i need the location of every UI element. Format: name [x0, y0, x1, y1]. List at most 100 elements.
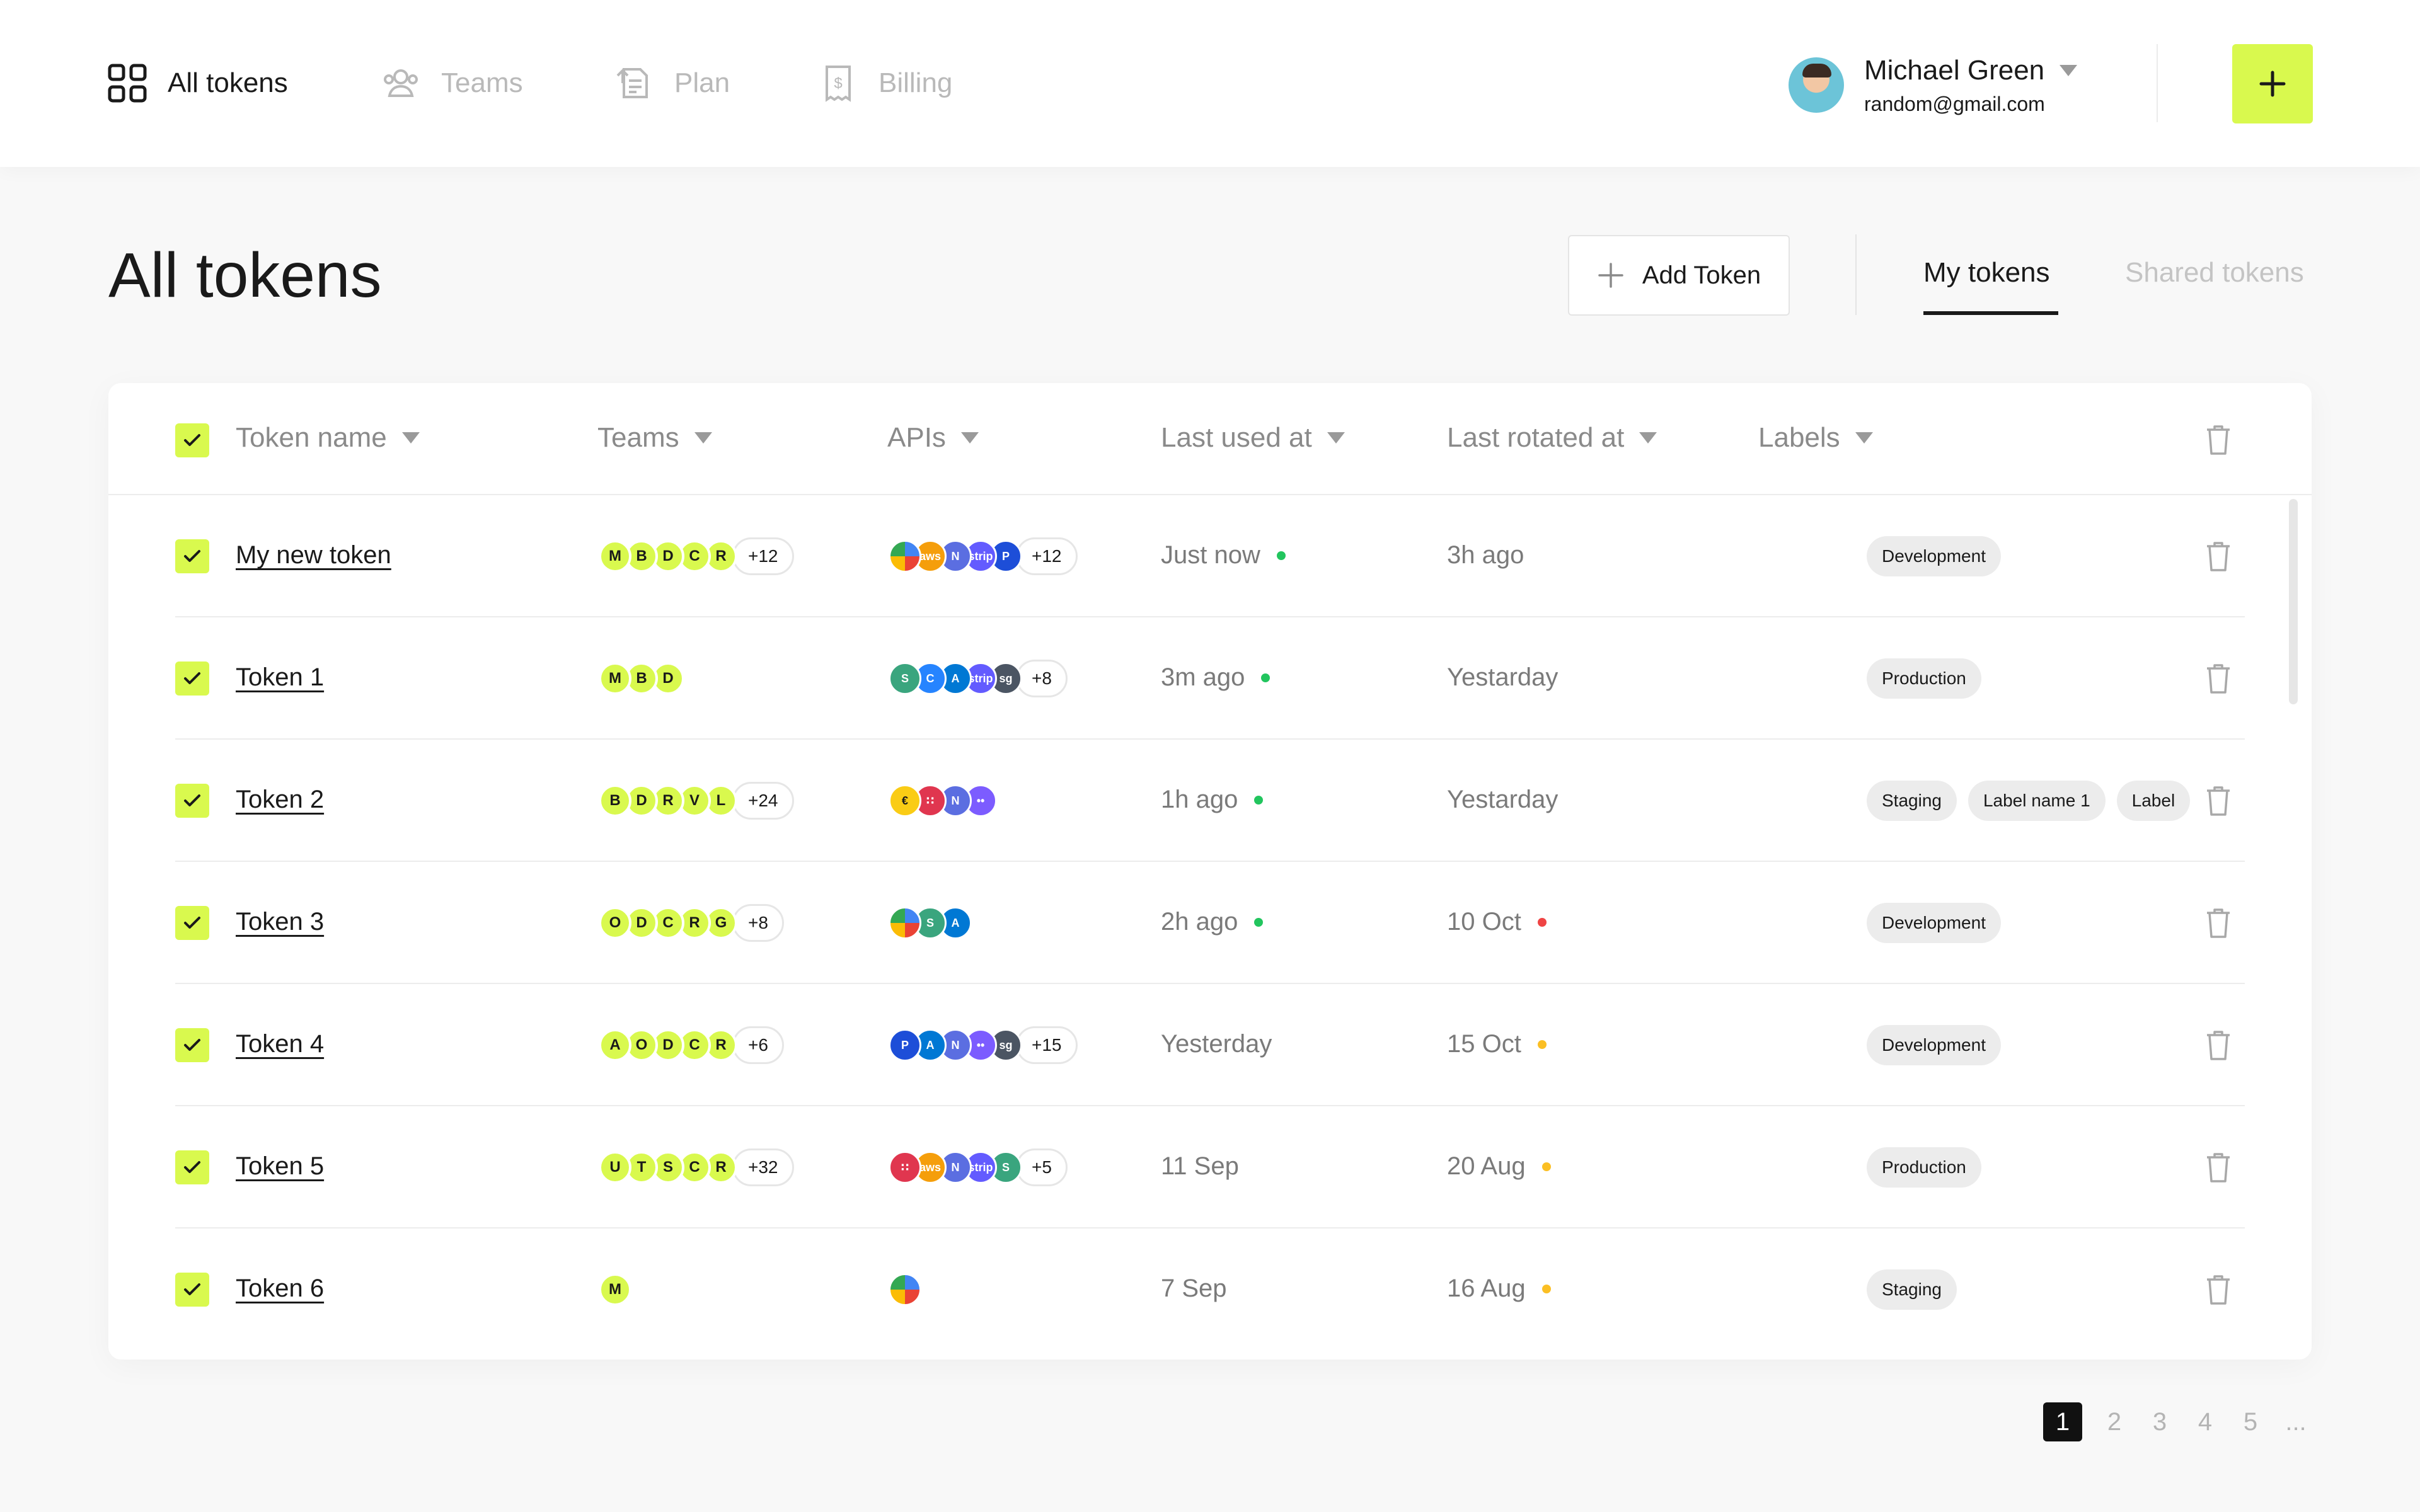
last-rotated-value: 20 Aug: [1447, 1152, 1526, 1180]
row-checkbox[interactable]: [175, 784, 209, 818]
page-number[interactable]: 1: [2043, 1402, 2082, 1441]
check-icon: [184, 550, 200, 562]
label-chip[interactable]: Staging: [1867, 1269, 1957, 1310]
check-icon: [184, 434, 200, 446]
more-apis-badge[interactable]: +8: [1016, 660, 1068, 697]
last-rotated-cell: 3h ago: [1447, 541, 1524, 570]
token-name-link[interactable]: Token 2: [236, 786, 324, 814]
trash-icon[interactable]: [2204, 1273, 2232, 1306]
create-button[interactable]: [2232, 44, 2313, 123]
row-checkbox[interactable]: [175, 662, 209, 696]
team-badge: U: [599, 1151, 631, 1184]
table-row[interactable]: Token 6 M 7 Sep 16 Aug Staging: [108, 1228, 2312, 1351]
label-chip[interactable]: Production: [1867, 1147, 1981, 1188]
more-teams-badge[interactable]: +32: [732, 1148, 794, 1186]
more-apis-badge[interactable]: +5: [1016, 1148, 1068, 1186]
column-header-apis[interactable]: APIs: [887, 422, 979, 454]
sort-icon: [960, 432, 979, 444]
labels-cell: Development: [1867, 903, 2001, 943]
api-logos: ∷ aws Nstrip S +5: [889, 1148, 1068, 1186]
label-chip[interactable]: Label name 1: [1968, 781, 2106, 821]
token-name-link[interactable]: Token 1: [236, 663, 324, 692]
team-badges: A O D C R +6: [599, 1026, 784, 1064]
more-apis-badge[interactable]: +12: [1016, 537, 1078, 575]
column-header-last-rotated[interactable]: Last rotated at: [1447, 422, 1657, 454]
nav-item-all-tokens[interactable]: All tokens: [107, 58, 288, 108]
more-teams-badge[interactable]: +24: [732, 782, 794, 820]
label-chip[interactable]: Staging: [1867, 781, 1957, 821]
team-badge: A: [599, 1029, 631, 1062]
nav-item-teams[interactable]: Teams: [381, 58, 523, 108]
select-all-checkbox[interactable]: [175, 423, 209, 457]
page-number[interactable]: 3: [2146, 1408, 2173, 1436]
table-row[interactable]: Token 2 B D R V L +24 € ∷ N •• 1h ago Yestarday Stagi…: [108, 740, 2312, 862]
token-name-link[interactable]: Token 6: [236, 1274, 324, 1303]
trash-icon[interactable]: [2204, 423, 2232, 456]
label-chip[interactable]: Production: [1867, 658, 1981, 699]
table-row[interactable]: Token 4 A O D C R +6 P A N •• sg +15 Yesterday 15 Oct D…: [108, 984, 2312, 1106]
top-navigation-bar: All tokens Teams Plan $ Billing Michael …: [0, 0, 2420, 167]
last-used-value: 2h ago: [1161, 908, 1238, 936]
tab-shared-tokens[interactable]: Shared tokens: [2125, 257, 2304, 289]
trash-icon[interactable]: [2204, 662, 2232, 695]
status-dot: [1254, 917, 1264, 927]
users-icon: [384, 69, 418, 97]
team-badges: M B D C R +12: [599, 537, 794, 575]
row-checkbox[interactable]: [175, 539, 209, 573]
token-name-link[interactable]: Token 5: [236, 1152, 324, 1181]
add-token-button[interactable]: Add Token: [1568, 235, 1790, 316]
scrollbar[interactable]: [2289, 499, 2298, 704]
trash-icon[interactable]: [2204, 784, 2232, 817]
team-badges: B D R V L +24: [599, 782, 794, 820]
page-number[interactable]: 5: [2237, 1408, 2264, 1436]
token-name-link[interactable]: Token 3: [236, 908, 324, 936]
last-used-cell: 1h ago: [1161, 786, 1264, 814]
column-header-teams[interactable]: Teams: [597, 422, 712, 454]
more-apis-badge[interactable]: +15: [1016, 1026, 1078, 1064]
row-checkbox[interactable]: [175, 906, 209, 940]
gcloud-icon: [889, 907, 921, 939]
user-menu[interactable]: Michael Green random@gmail.com: [1789, 50, 2078, 120]
table-row[interactable]: Token 1 M B D S C Astrip sg +8 3m ago Yestarday Pro…: [108, 617, 2312, 740]
page-number[interactable]: 2: [2101, 1408, 2128, 1436]
table-row[interactable]: Token 5 U T S C R +32 ∷ aws Nstrip S +5 11 Sep 20 Aug…: [108, 1106, 2312, 1228]
token-name-link[interactable]: Token 4: [236, 1030, 324, 1058]
column-header-labels[interactable]: Labels: [1758, 422, 1873, 454]
table-row[interactable]: Token 3 O D C R G +8 S A 2h ago 10 Oct Development: [108, 862, 2312, 984]
nav-item-billing[interactable]: $ Billing: [818, 58, 952, 108]
api-logos: aws Nstrip P +12: [889, 537, 1078, 575]
table-row[interactable]: My new token M B D C R +12 aws Nstrip P +12 Just no…: [108, 495, 2312, 617]
label-chip[interactable]: Development: [1867, 536, 2001, 576]
trash-icon[interactable]: [2204, 1151, 2232, 1184]
team-badges: M: [599, 1271, 631, 1309]
svg-text:$: $: [834, 75, 842, 92]
plus-icon: [1598, 263, 1623, 288]
label-chip[interactable]: Development: [1867, 1025, 2001, 1065]
nav-item-plan[interactable]: Plan: [614, 58, 730, 108]
trash-icon[interactable]: [2204, 907, 2232, 939]
token-name-link[interactable]: My new token: [236, 541, 391, 570]
column-header-token-name[interactable]: Token name: [236, 422, 420, 454]
column-header-last-used[interactable]: Last used at: [1161, 422, 1345, 454]
last-used-value: Just now: [1161, 541, 1260, 569]
more-teams-badge[interactable]: +6: [732, 1026, 784, 1064]
trash-icon[interactable]: [2204, 1029, 2232, 1062]
label-chip[interactable]: Label: [2116, 781, 2191, 821]
last-used-value: 11 Sep: [1161, 1152, 1239, 1180]
last-used-value: 7 Sep: [1161, 1274, 1227, 1302]
more-teams-badge[interactable]: +12: [732, 537, 794, 575]
row-checkbox[interactable]: [175, 1273, 209, 1307]
tab-my-tokens[interactable]: My tokens: [1923, 257, 2050, 289]
page-number[interactable]: 4: [2192, 1408, 2218, 1436]
label-chip[interactable]: Development: [1867, 903, 2001, 943]
trash-icon[interactable]: [2204, 540, 2232, 573]
row-checkbox[interactable]: [175, 1028, 209, 1062]
sendgrid-s-icon: S: [889, 662, 921, 695]
row-checkbox[interactable]: [175, 1150, 209, 1184]
check-icon: [184, 794, 200, 806]
status-dot: [1261, 673, 1270, 682]
last-rotated-value: 15 Oct: [1447, 1030, 1521, 1058]
api-logos: € ∷ N ••: [889, 782, 997, 820]
team-badge: O: [599, 907, 631, 939]
more-teams-badge[interactable]: +8: [732, 904, 784, 942]
